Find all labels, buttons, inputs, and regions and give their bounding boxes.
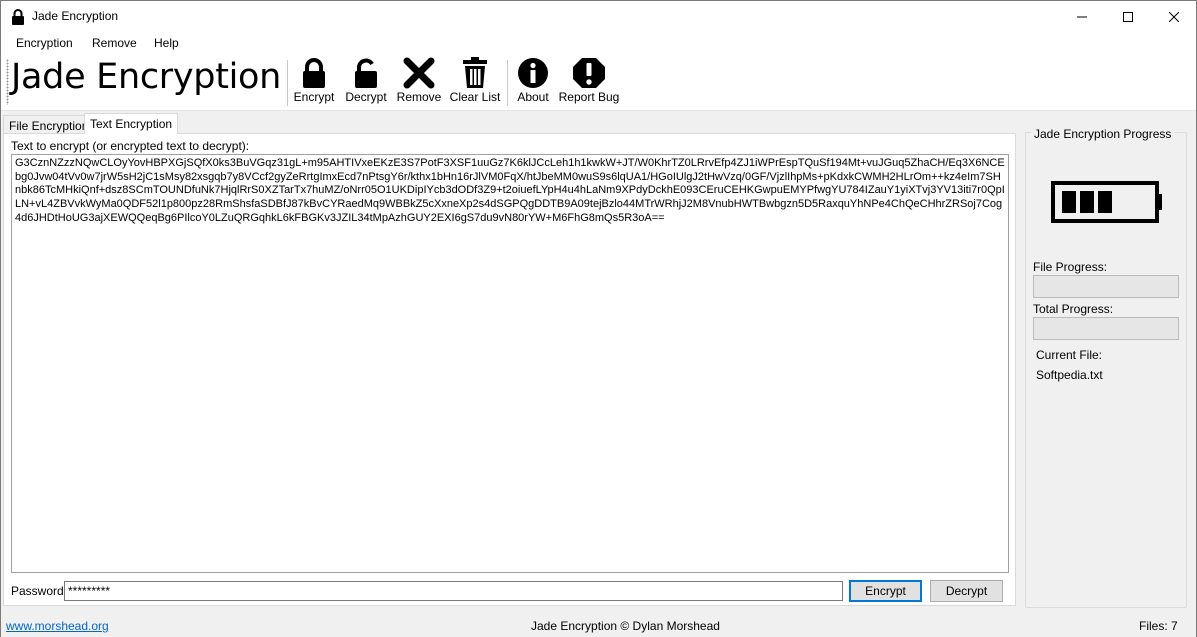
- file-progress-label: File Progress:: [1033, 260, 1108, 274]
- brand-title: Jade Encryption: [11, 57, 282, 97]
- decrypt-button[interactable]: Decrypt: [930, 580, 1003, 602]
- lock-icon: [303, 58, 325, 88]
- battery-icon: [1051, 181, 1162, 223]
- x-icon: [403, 57, 435, 89]
- decrypt-toolbar-button[interactable]: Decrypt: [343, 57, 389, 109]
- password-label: Password:: [11, 584, 68, 598]
- about-toolbar-label: About: [517, 90, 549, 104]
- lock-icon: [12, 9, 24, 25]
- tab-file-encryption[interactable]: File Encryption: [3, 115, 95, 134]
- tab-text-encryption[interactable]: Text Encryption: [84, 113, 179, 134]
- menu-remove[interactable]: Remove: [92, 36, 137, 50]
- text-area-label: Text to encrypt (or encrypted text to de…: [11, 139, 250, 153]
- menu-help[interactable]: Help: [154, 36, 179, 50]
- toolbar: Jade Encryption Encrypt Decrypt Remove C…: [1, 55, 1196, 111]
- menu-bar: Encryption Remove Help: [1, 32, 1196, 55]
- password-field[interactable]: *********: [64, 581, 843, 601]
- clear-list-toolbar-button[interactable]: Clear List: [449, 57, 501, 109]
- progress-group-title: Jade Encryption Progress: [1031, 127, 1175, 141]
- remove-toolbar-button[interactable]: Remove: [395, 57, 443, 109]
- clear-list-toolbar-label: Clear List: [449, 90, 501, 104]
- maximize-icon: [1123, 11, 1133, 22]
- encrypt-toolbar-label: Encrypt: [293, 90, 335, 104]
- close-icon: [1169, 11, 1179, 22]
- copyright-text: Jade Encryption © Dylan Morshead: [531, 619, 720, 633]
- total-progress-label: Total Progress:: [1033, 302, 1114, 316]
- close-button[interactable]: [1151, 1, 1197, 32]
- status-bar: www.morshead.org Jade Encryption © Dylan…: [1, 615, 1196, 637]
- trash-icon: [463, 57, 487, 88]
- encrypt-button[interactable]: Encrypt: [849, 580, 922, 602]
- report-bug-toolbar-button[interactable]: Report Bug: [558, 57, 620, 109]
- current-file-label: Current File:: [1036, 348, 1103, 362]
- toolbar-separator: [287, 60, 288, 106]
- title-bar[interactable]: Jade Encryption: [1, 1, 1196, 32]
- remove-toolbar-label: Remove: [396, 90, 442, 104]
- website-link[interactable]: www.morshead.org: [6, 619, 109, 633]
- minimize-icon: [1077, 16, 1087, 17]
- toolbar-grip[interactable]: [6, 59, 9, 105]
- unlock-icon: [355, 58, 377, 88]
- decrypt-toolbar-label: Decrypt: [345, 90, 387, 104]
- file-progress-bar: [1033, 275, 1179, 298]
- menu-encryption[interactable]: Encryption: [16, 36, 73, 50]
- text-input-area[interactable]: G3CznNZzzNQwCLOyYovHBPXGjSQfX0ks3BuVGqz3…: [11, 154, 1009, 573]
- info-icon: [518, 58, 548, 88]
- report-bug-toolbar-label: Report Bug: [558, 90, 620, 104]
- encrypt-toolbar-button[interactable]: Encrypt: [292, 57, 336, 109]
- alert-icon: [573, 58, 605, 88]
- minimize-button[interactable]: [1059, 1, 1105, 32]
- current-file-value: Softpedia.txt: [1036, 368, 1103, 382]
- toolbar-separator: [507, 60, 508, 106]
- about-toolbar-button[interactable]: About: [513, 57, 553, 109]
- maximize-button[interactable]: [1105, 1, 1151, 32]
- window-title: Jade Encryption: [32, 9, 119, 23]
- total-progress-bar: [1033, 317, 1179, 340]
- files-count: Files: 7: [1139, 619, 1178, 633]
